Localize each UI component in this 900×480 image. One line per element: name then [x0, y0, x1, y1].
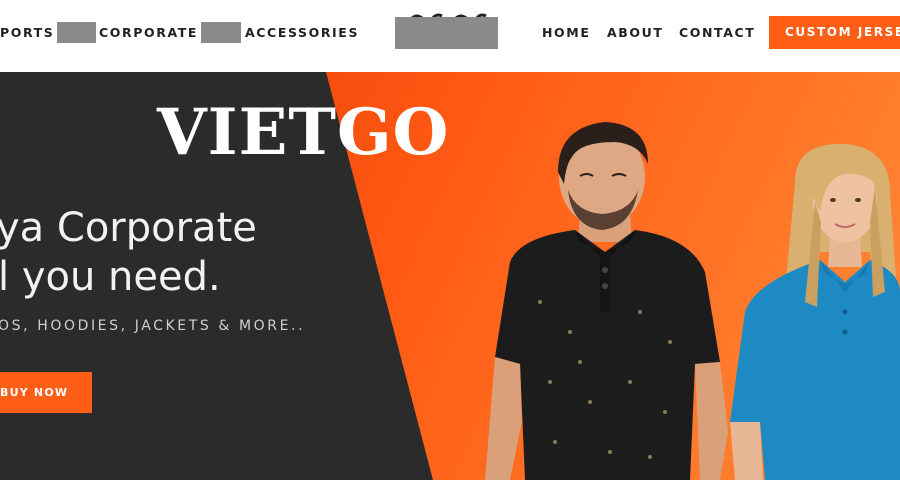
- hero-headline-line-2: l you need.: [0, 254, 221, 300]
- redacted-logo-block: [395, 17, 498, 49]
- nav-item-about[interactable]: ABOUT: [607, 25, 664, 40]
- hero-headline-line-1: ya Corporate: [0, 205, 257, 251]
- redacted-block: [201, 22, 241, 43]
- nav-item-sports[interactable]: PORTS: [0, 25, 54, 40]
- top-navigation: PORTS CORPORATE ACCESSORIES HOME ABOUT C…: [0, 0, 900, 72]
- hero-banner: VIETGO ya Corporate l you need. OS, HOOD…: [0, 72, 900, 480]
- male-model-black-polo-image: [485, 122, 728, 480]
- buy-now-button[interactable]: BUY NOW: [0, 372, 92, 413]
- nav-item-home[interactable]: HOME: [542, 25, 590, 40]
- nav-item-accessories[interactable]: ACCESSORIES: [245, 25, 359, 40]
- nav-item-corporate[interactable]: CORPORATE: [99, 25, 198, 40]
- redacted-block: [57, 22, 96, 43]
- site-logo[interactable]: [394, 10, 498, 50]
- nav-item-contact[interactable]: CONTACT: [679, 25, 755, 40]
- hero-subtitle: OS, HOODIES, JACKETS & MORE..: [0, 318, 306, 334]
- custom-jerseys-button[interactable]: CUSTOM JERSEYS: [769, 16, 900, 49]
- female-model-blue-polo-image: [730, 143, 900, 480]
- watermark-text: VIETGO: [157, 95, 450, 170]
